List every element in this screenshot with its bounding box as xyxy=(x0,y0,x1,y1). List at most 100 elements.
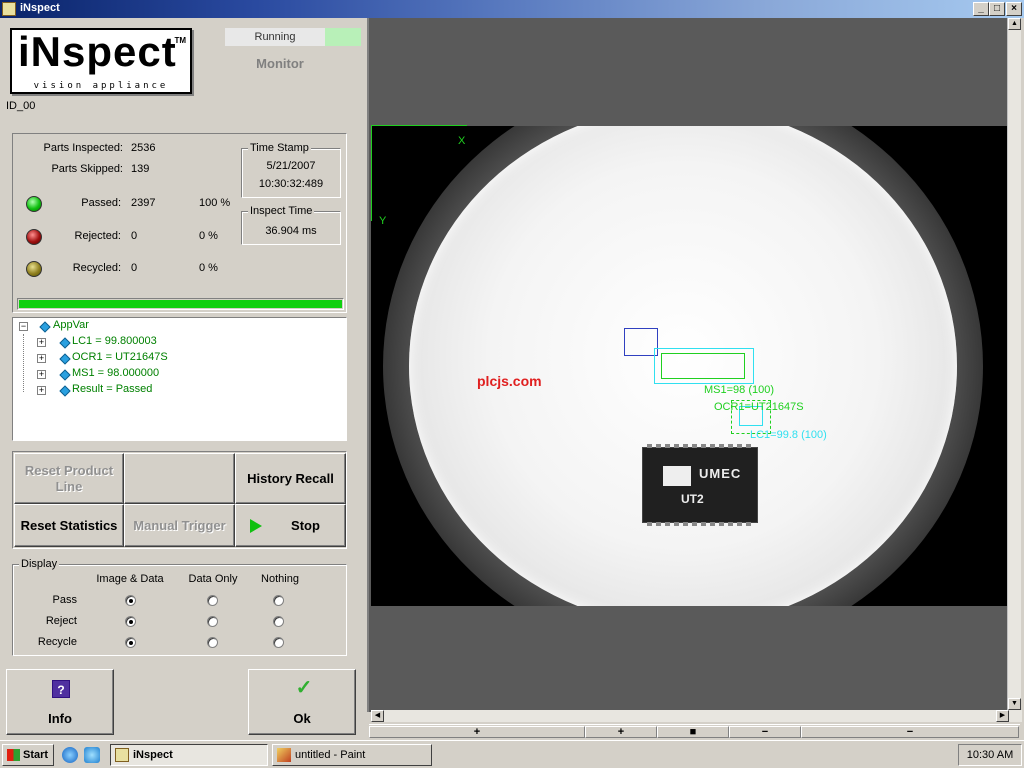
reject-image-data-radio[interactable] xyxy=(125,616,136,627)
vertical-scrollbar[interactable]: ▲ ▼ xyxy=(1007,18,1021,710)
watermark-text: plcjs.com xyxy=(477,373,542,389)
passed-value: 2397 xyxy=(131,197,156,209)
col-nothing: Nothing xyxy=(261,573,299,585)
task-inspect[interactable]: iNspect xyxy=(110,744,268,766)
variable-icon xyxy=(39,321,51,333)
parts-skipped-value: 139 xyxy=(131,163,150,175)
reset-statistics-label: Reset Statistics xyxy=(20,517,118,533)
internet-explorer-icon[interactable] xyxy=(62,747,78,763)
expand-icon[interactable]: + xyxy=(37,338,46,347)
task-paint-label: untitled - Paint xyxy=(295,749,366,761)
app-icon xyxy=(2,2,16,16)
info-label: Info xyxy=(48,711,72,726)
x-axis-label: X xyxy=(458,135,466,147)
tree-item[interactable]: + OCR1 = UT21647S xyxy=(13,351,313,367)
expand-icon[interactable]: + xyxy=(37,386,46,395)
zoom-in-large-button[interactable]: + xyxy=(369,726,585,738)
display-title: Display xyxy=(19,558,60,570)
history-recall-label: History Recall xyxy=(247,470,334,486)
zoom-fit-button[interactable]: ■ xyxy=(657,726,729,738)
variable-icon xyxy=(59,337,71,349)
recycled-percent: 0 % xyxy=(199,262,218,274)
rejected-percent: 0 % xyxy=(199,230,218,242)
y-axis-label: Y xyxy=(379,215,387,227)
reject-nothing-radio[interactable] xyxy=(273,616,284,627)
tree-root[interactable]: − AppVar xyxy=(13,319,213,335)
stop-button[interactable]: Stop xyxy=(235,504,346,547)
zoom-out-large-button[interactable]: − xyxy=(801,726,1019,738)
tree-item[interactable]: + LC1 = 99.800003 xyxy=(13,335,313,351)
control-panel: iNspect TM vision appliance Running Moni… xyxy=(0,18,363,740)
zoom-bar: + + ■ − − xyxy=(369,724,1020,738)
help-icon: ? xyxy=(52,680,70,698)
appvar-tree[interactable]: − AppVar + LC1 = 99.800003 + OCR1 = UT21… xyxy=(12,317,347,441)
inspection-image: UMEC UT2 MS1=98 (100) OCR1=UT21647S LC1=… xyxy=(371,126,1011,606)
logo-tagline: vision appliance xyxy=(33,81,169,91)
parts-skipped-label: Parts Skipped: xyxy=(51,163,123,175)
parts-inspected-label: Parts Inspected: xyxy=(43,142,124,154)
variable-icon xyxy=(59,353,71,365)
recycle-data-only-radio[interactable] xyxy=(207,637,218,648)
tree-item-label: Result = Passed xyxy=(72,383,153,395)
reset-product-line-button[interactable]: Reset Product Line xyxy=(14,453,124,504)
passed-percent: 100 % xyxy=(199,197,231,209)
display-options: Display Image & Data Data Only Nothing P… xyxy=(12,558,347,656)
scroll-up-icon[interactable]: ▲ xyxy=(1008,18,1021,30)
ocr-overlay-label: OCR1=UT21647S xyxy=(714,401,804,413)
manual-trigger-button[interactable]: Manual Trigger xyxy=(124,504,235,547)
scroll-right-icon[interactable]: ▶ xyxy=(996,710,1009,722)
reject-data-only-radio[interactable] xyxy=(207,616,218,627)
timestamp-date: 5/21/2007 xyxy=(266,160,316,172)
passed-label: Passed: xyxy=(81,197,121,209)
tree-item-label: LC1 = 99.800003 xyxy=(72,335,157,347)
timestamp-box: Time Stamp 5/21/2007 10:30:32:489 xyxy=(241,142,341,198)
checkmark-icon: ✓ xyxy=(295,677,313,699)
info-button[interactable]: ? Info xyxy=(6,669,114,735)
ok-button[interactable]: ✓ Ok xyxy=(248,669,356,735)
chip-pins-bottom xyxy=(647,522,753,526)
statistics-panel: Parts Inspected: 2536 Parts Skipped: 139… xyxy=(12,133,347,313)
recycle-nothing-radio[interactable] xyxy=(273,637,284,648)
row-pass: Pass xyxy=(52,594,77,606)
minimize-button[interactable]: _ xyxy=(973,2,989,16)
tree-item[interactable]: + Result = Passed xyxy=(13,383,313,399)
desktop-icon[interactable] xyxy=(84,747,100,763)
stop-label: Stop xyxy=(291,517,320,533)
expand-icon[interactable]: + xyxy=(37,354,46,363)
horizontal-scrollbar[interactable]: ◀ ▶ xyxy=(371,710,1022,722)
recycled-label: Recycled: xyxy=(72,262,121,274)
scroll-down-icon[interactable]: ▼ xyxy=(1008,698,1021,710)
row-recycle: Recycle xyxy=(37,636,77,648)
pass-image-data-radio[interactable] xyxy=(125,595,136,606)
tree-item[interactable]: + MS1 = 98.000000 xyxy=(13,367,313,383)
maximize-button[interactable]: □ xyxy=(989,2,1005,16)
zoom-in-button[interactable]: + xyxy=(585,726,657,738)
collapse-icon[interactable]: − xyxy=(19,322,28,331)
close-button[interactable]: × xyxy=(1006,2,1022,16)
inspect-logo: iNspect TM vision appliance xyxy=(10,28,192,94)
status-mode: Monitor xyxy=(256,56,304,71)
reset-statistics-button[interactable]: Reset Statistics xyxy=(14,504,124,547)
zoom-out-button[interactable]: − xyxy=(729,726,801,738)
task-paint[interactable]: untitled - Paint xyxy=(272,744,432,766)
pass-data-only-radio[interactable] xyxy=(207,595,218,606)
roi-box-search xyxy=(624,328,658,356)
ms-overlay-label: MS1=98 (100) xyxy=(704,384,775,396)
id-label: ID_00 xyxy=(6,100,36,112)
blank-button[interactable] xyxy=(124,453,235,504)
recycled-value: 0 xyxy=(131,262,138,274)
image-viewer[interactable]: UMEC UT2 MS1=98 (100) OCR1=UT21647S LC1=… xyxy=(367,18,1022,722)
reset-product-line-label: Reset Product Line xyxy=(24,462,114,494)
windows-logo-icon xyxy=(7,749,20,761)
chip-code: UT2 xyxy=(681,492,704,506)
start-label: Start xyxy=(23,749,49,761)
scroll-left-icon[interactable]: ◀ xyxy=(371,710,384,722)
history-recall-button[interactable]: History Recall xyxy=(235,453,346,504)
recycle-image-data-radio[interactable] xyxy=(125,637,136,648)
logo-tm: TM xyxy=(174,36,186,45)
start-button[interactable]: Start xyxy=(2,744,54,766)
progress-fill xyxy=(19,300,342,308)
expand-icon[interactable]: + xyxy=(37,370,46,379)
pass-nothing-radio[interactable] xyxy=(273,595,284,606)
variable-icon xyxy=(59,385,71,397)
